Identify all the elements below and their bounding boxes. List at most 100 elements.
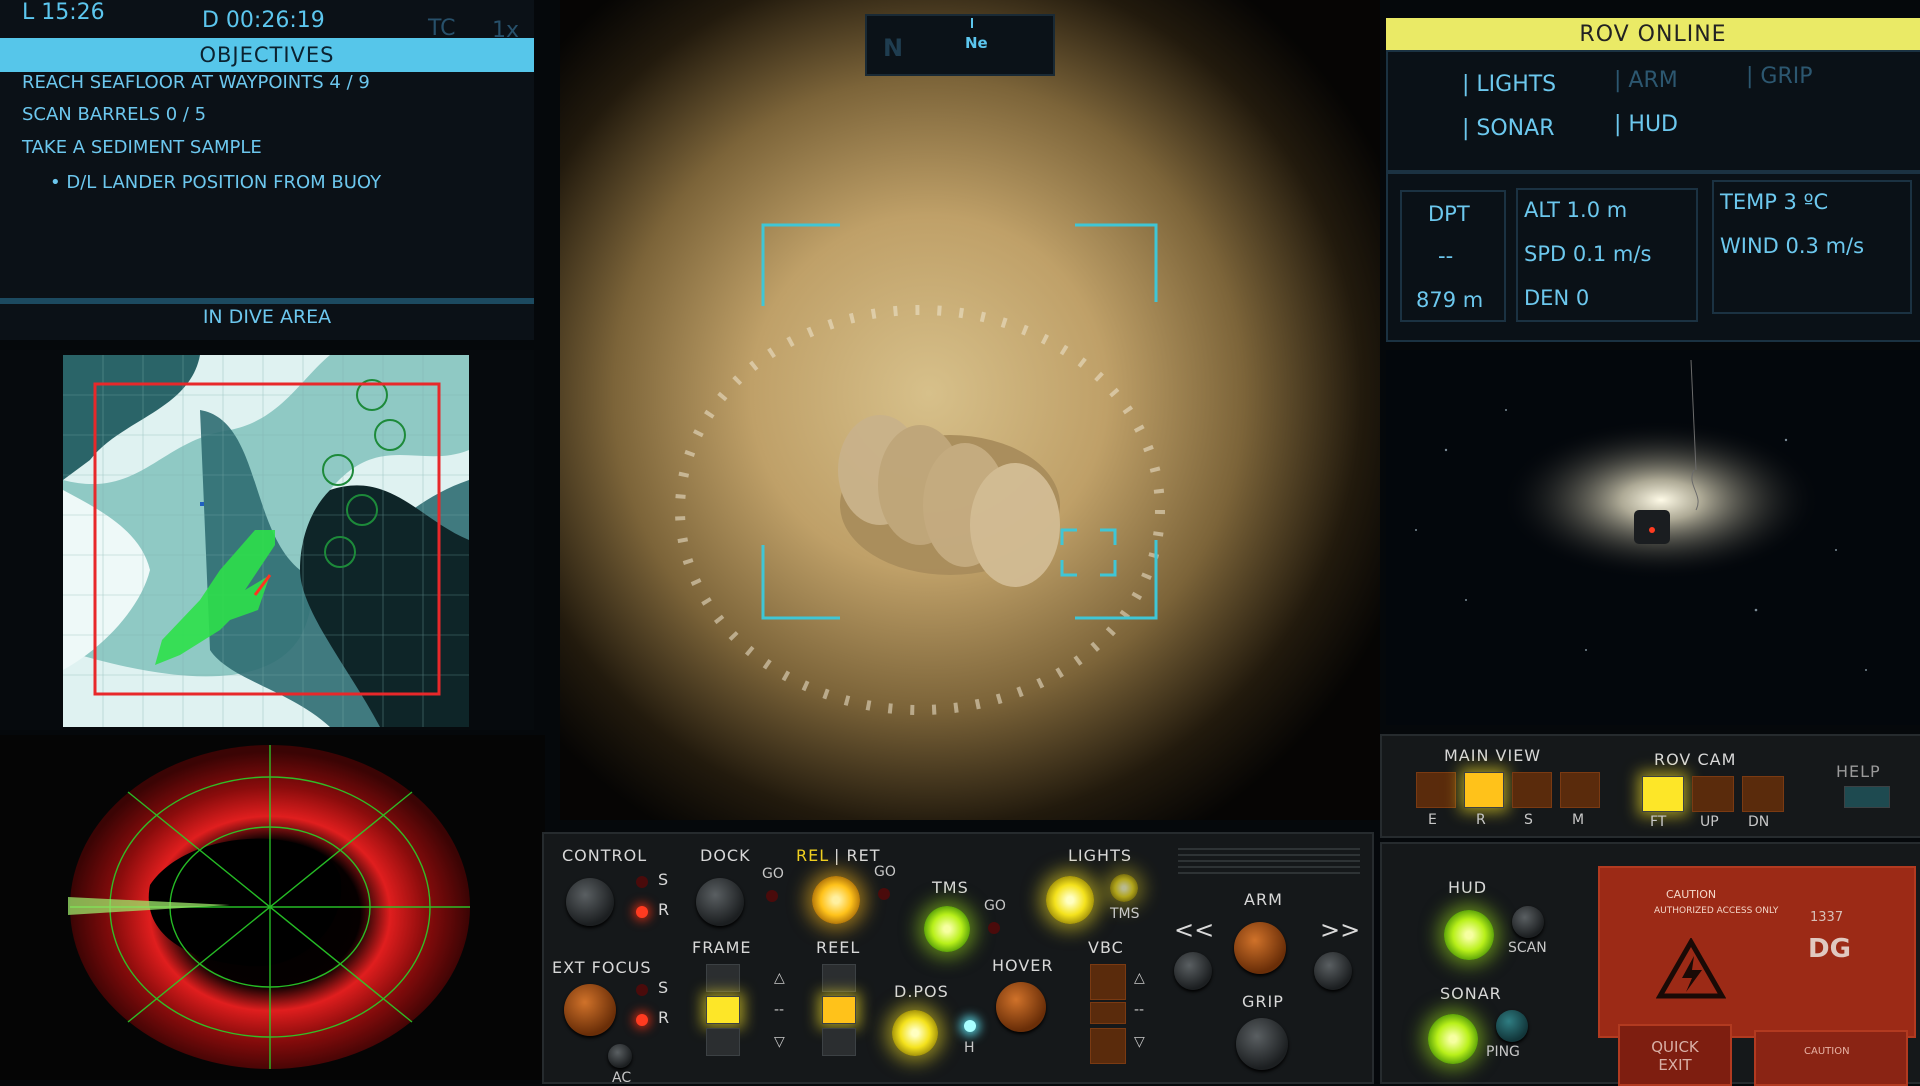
sonar-button[interactable] bbox=[1428, 1014, 1478, 1064]
main-view-r-button[interactable] bbox=[1464, 772, 1504, 808]
caution-title: CAUTION bbox=[1666, 888, 1717, 901]
compass-marker bbox=[971, 18, 973, 28]
dock-go-indicator bbox=[766, 890, 778, 902]
ext-focus-knob[interactable] bbox=[564, 984, 616, 1036]
rov-camera-view[interactable] bbox=[1386, 350, 1920, 725]
help-button[interactable] bbox=[1844, 786, 1890, 808]
rov-cam-dn-button[interactable] bbox=[1742, 776, 1784, 812]
divider bbox=[0, 298, 534, 304]
auxiliary-panel: HUD SCAN SONAR PING CAUTION AUTHORIZED A… bbox=[1380, 842, 1920, 1086]
dive-time: D 00:26:19 bbox=[202, 8, 325, 33]
help-label: HELP bbox=[1836, 762, 1881, 781]
arm-knob[interactable] bbox=[1234, 922, 1286, 974]
compass-north: N bbox=[883, 34, 904, 62]
rov-camera-scene bbox=[1386, 350, 1920, 725]
focus-s-indicator bbox=[636, 984, 648, 996]
rov-cam-up-button[interactable] bbox=[1692, 776, 1734, 812]
scan-label: SCAN bbox=[1508, 940, 1547, 956]
main-view-e-button[interactable] bbox=[1416, 772, 1456, 808]
minimap[interactable] bbox=[0, 350, 534, 730]
arm-prev-button[interactable]: << bbox=[1174, 916, 1214, 944]
rel-label: REL bbox=[796, 846, 830, 865]
depth-label: DPT bbox=[1428, 202, 1470, 226]
focus-r-label: R bbox=[658, 1008, 671, 1027]
secondary-caution-plate: CAUTION bbox=[1754, 1030, 1908, 1086]
tms-go-label: GO bbox=[984, 898, 1006, 914]
grip-knob[interactable] bbox=[1236, 1018, 1288, 1070]
reel-mid-switch[interactable] bbox=[822, 996, 856, 1024]
ping-knob[interactable] bbox=[1496, 1010, 1528, 1042]
vent-grille bbox=[1178, 844, 1360, 874]
sonar-display[interactable] bbox=[0, 735, 545, 1080]
rel-ret-button[interactable] bbox=[812, 876, 860, 924]
menu-lights[interactable]: | LIGHTS bbox=[1462, 72, 1556, 97]
sonar-graphic bbox=[68, 745, 470, 1069]
dpos-h-label: H bbox=[964, 1040, 975, 1056]
area-status: IN DIVE AREA bbox=[202, 306, 332, 328]
cam-key-ft: FT bbox=[1650, 814, 1667, 830]
frame-down-switch[interactable] bbox=[706, 1028, 740, 1056]
control-knob[interactable] bbox=[566, 878, 614, 926]
caution-subtitle: AUTHORIZED ACCESS ONLY bbox=[1654, 906, 1779, 916]
scan-knob[interactable] bbox=[1512, 906, 1544, 938]
temperature-readout: TEMP 3 ºC bbox=[1720, 190, 1829, 214]
main-camera-view[interactable] bbox=[560, 0, 1380, 820]
minimap-graphic bbox=[63, 355, 469, 727]
menu-grip[interactable]: | GRIP bbox=[1746, 64, 1813, 89]
control-panel: CONTROL S R DOCK GO REL | RET GO TMS GO … bbox=[542, 832, 1374, 1086]
main-key-s: S bbox=[1524, 812, 1533, 828]
hover-knob[interactable] bbox=[996, 982, 1046, 1032]
objectives-panel: L 15:26 D 00:26:19 TC 1x OBJECTIVES REAC… bbox=[0, 0, 534, 340]
menu-arm[interactable]: | ARM bbox=[1614, 68, 1678, 93]
tms-button[interactable] bbox=[924, 906, 970, 952]
arm-right-knob[interactable] bbox=[1314, 952, 1352, 990]
ext-focus-label: EXT FOCUS bbox=[552, 958, 652, 977]
rov-cam-label: ROV CAM bbox=[1654, 750, 1737, 769]
depth-divider: -- bbox=[1438, 244, 1454, 268]
camera-scene bbox=[560, 0, 1380, 820]
vbc-down-switch[interactable] bbox=[1090, 1028, 1126, 1064]
frame-mid-switch[interactable] bbox=[706, 996, 740, 1024]
depth-value: 879 m bbox=[1416, 288, 1484, 312]
main-view-s-button[interactable] bbox=[1512, 772, 1552, 808]
main-view-m-button[interactable] bbox=[1560, 772, 1600, 808]
lights-button[interactable] bbox=[1046, 876, 1094, 924]
quick-exit-button[interactable]: QUICK EXIT bbox=[1618, 1024, 1732, 1086]
vbc-up-switch[interactable] bbox=[1090, 964, 1126, 1000]
plate-number: 1337 bbox=[1810, 910, 1844, 925]
hud-button[interactable] bbox=[1444, 910, 1494, 960]
objective-item: REACH SEAFLOOR AT WAYPOINTS 4 / 9 bbox=[22, 72, 370, 93]
tms-label: TMS bbox=[932, 878, 969, 897]
arm-left-knob[interactable] bbox=[1174, 952, 1212, 990]
menu-sonar[interactable]: | SONAR bbox=[1462, 116, 1554, 141]
focus-r-indicator bbox=[636, 1014, 648, 1026]
ping-label: PING bbox=[1486, 1044, 1520, 1060]
objectives-title: OBJECTIVES bbox=[0, 38, 534, 72]
objective-subitem: • D/L LANDER POSITION FROM BUOY bbox=[50, 172, 382, 193]
reel-up-switch[interactable] bbox=[822, 964, 856, 992]
rov-cam-ft-button[interactable] bbox=[1642, 776, 1684, 812]
reel-down-switch[interactable] bbox=[822, 1028, 856, 1056]
main-key-m: M bbox=[1572, 812, 1585, 828]
menu-hud[interactable]: | HUD bbox=[1614, 112, 1678, 137]
frame-up-switch[interactable] bbox=[706, 964, 740, 992]
vbc-mid-switch[interactable] bbox=[1090, 1002, 1126, 1024]
dock-knob[interactable] bbox=[696, 878, 744, 926]
frame-label: FRAME bbox=[692, 938, 752, 957]
dpos-label: D.POS bbox=[894, 982, 949, 1001]
lights-tms-button[interactable] bbox=[1110, 874, 1138, 902]
ac-knob[interactable] bbox=[608, 1044, 632, 1068]
sonar-label: SONAR bbox=[1440, 984, 1502, 1003]
main-view-label: MAIN VIEW bbox=[1444, 746, 1542, 765]
arm-next-button[interactable]: >> bbox=[1320, 916, 1360, 944]
telemetry-panel: DPT -- 879 m ALT 1.0 m SPD 0.1 m/s DEN 0… bbox=[1386, 172, 1920, 342]
dpos-button[interactable] bbox=[892, 1010, 938, 1056]
ret-label: | RET bbox=[834, 846, 881, 865]
speed-readout: SPD 0.1 m/s bbox=[1524, 242, 1652, 266]
hud-label: HUD bbox=[1448, 878, 1488, 897]
vbc-up-label: △ bbox=[1134, 970, 1145, 986]
compass-heading: Ne bbox=[965, 34, 988, 52]
frame-down-label: ▽ bbox=[774, 1034, 785, 1050]
frame-mid-label: -- bbox=[774, 1002, 785, 1018]
control-r-indicator bbox=[636, 906, 648, 918]
